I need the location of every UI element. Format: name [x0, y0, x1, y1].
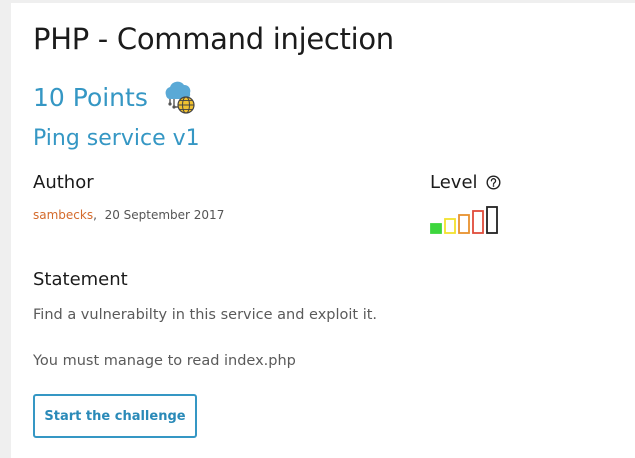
difficulty-level-bars — [430, 205, 510, 235]
statement-line-2: You must manage to read index.php — [33, 353, 296, 369]
level-heading-row: Level — [430, 172, 501, 193]
publish-date: 20 September 2017 — [104, 208, 225, 222]
statement-heading: Statement — [33, 269, 128, 290]
statement-line-1: Find a vulnerabilty in this service and … — [33, 307, 378, 323]
level-bar-3 — [458, 214, 470, 234]
challenge-title: PHP - Command injection — [33, 22, 394, 56]
level-bar-2 — [444, 218, 456, 234]
challenge-card: PHP - Command injection 10 Points Ping s… — [11, 3, 635, 458]
challenge-subtitle: Ping service v1 — [33, 126, 200, 151]
level-bar-1 — [430, 223, 442, 234]
points-value: 10 Points — [33, 82, 148, 112]
start-challenge-button[interactable]: Start the challenge — [33, 394, 197, 438]
level-bar-5 — [486, 206, 498, 234]
author-link[interactable]: sambecks — [33, 208, 93, 222]
author-heading: Author — [33, 172, 94, 193]
author-info: sambecks, 20 September 2017 — [33, 208, 224, 222]
level-bar-4 — [472, 210, 484, 234]
question-circle-icon[interactable] — [486, 175, 501, 190]
author-separator: , — [93, 208, 97, 222]
points-row: 10 Points — [33, 79, 196, 115]
level-heading: Level — [430, 172, 478, 193]
web-server-icon — [160, 79, 196, 115]
